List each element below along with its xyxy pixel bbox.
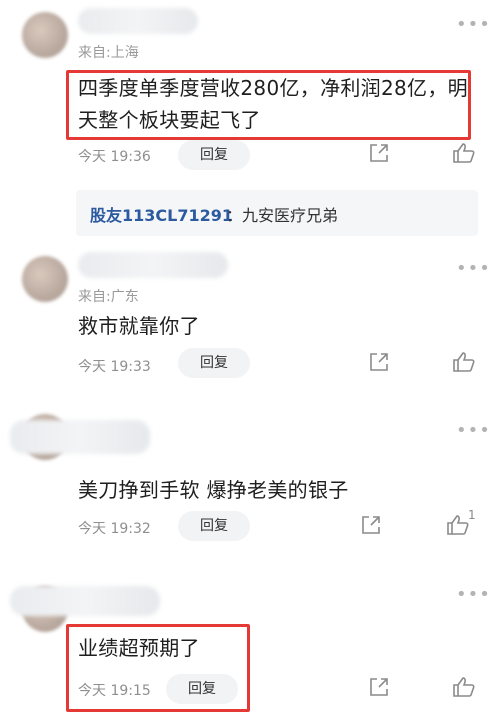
comment-text: 美刀挣到手软 爆挣老美的银子 [78,478,349,502]
username-blurred[interactable] [10,420,150,454]
reply-button[interactable]: 回复 [178,348,250,378]
more-dots-icon[interactable]: ••• [456,258,491,279]
quoted-username[interactable]: 股友113CL71291 [90,202,233,226]
share-icon[interactable] [368,142,390,164]
timestamp: 今天 19:32 [78,521,151,537]
username-blurred[interactable] [10,586,160,616]
like-count: 1 [468,508,476,522]
reply-button[interactable]: 回复 [178,140,250,170]
reply-button[interactable]: 回复 [166,674,238,704]
avatar[interactable] [22,12,68,58]
thumbs-up-icon[interactable] [452,142,476,164]
timestamp: 今天 19:15 [78,683,151,699]
location-label: 来自:广东 [78,289,139,305]
more-dots-icon[interactable]: ••• [456,584,491,605]
more-dots-icon[interactable]: ••• [456,14,491,35]
reply-button[interactable]: 回复 [178,511,250,541]
quoted-text: ：九安医疗兄弟 [226,206,339,225]
location-label: 来自:上海 [78,45,139,61]
thumbs-up-icon[interactable] [452,676,476,698]
username-blurred[interactable] [78,252,228,278]
thumbs-up-icon[interactable] [446,514,470,536]
share-icon[interactable] [368,676,390,698]
more-dots-icon[interactable]: ••• [456,420,491,441]
share-icon[interactable] [368,351,390,373]
quoted-reply[interactable]: 股友113CL71291 ：九安医疗兄弟 [76,190,478,236]
avatar[interactable] [22,256,68,302]
highlight-box [66,70,471,140]
share-icon[interactable] [360,514,382,536]
thumbs-up-icon[interactable] [452,351,476,373]
timestamp: 今天 19:33 [78,359,151,375]
username-blurred[interactable] [78,8,198,34]
timestamp: 今天 19:36 [78,149,151,165]
comment-text: 救市就靠你了 [78,314,200,338]
